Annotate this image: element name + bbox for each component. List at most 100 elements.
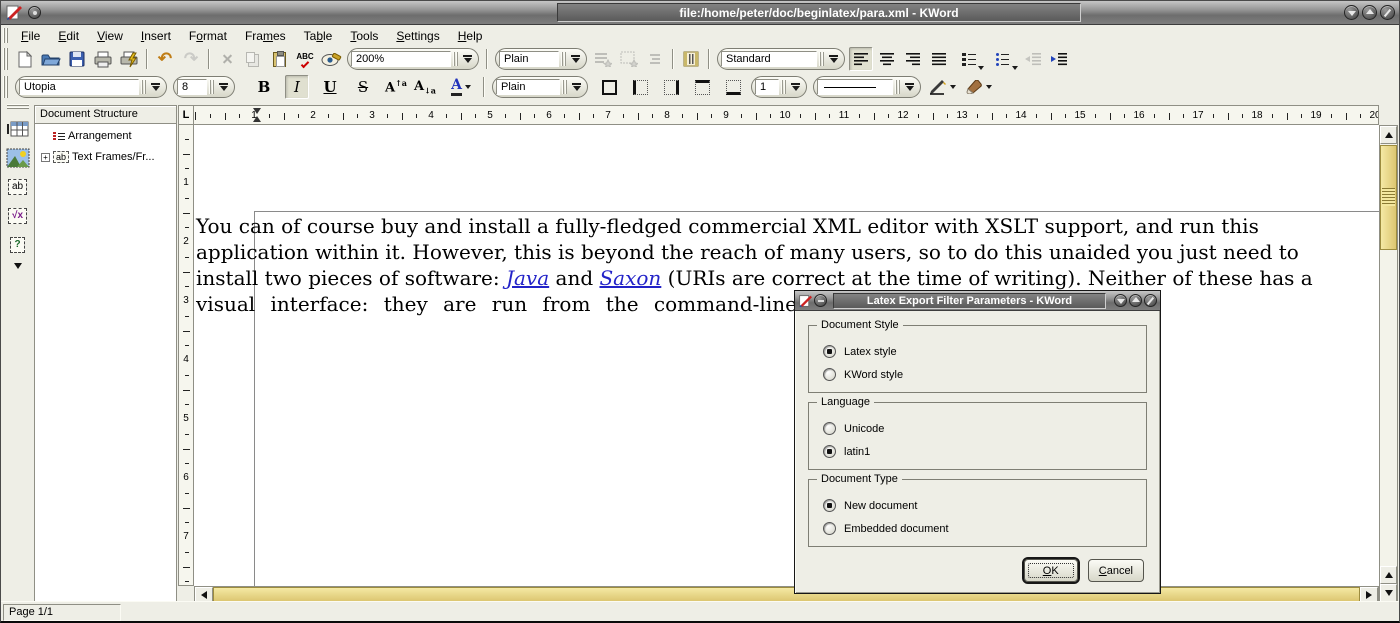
font-family-dropdown-arrow[interactable]: [151, 83, 160, 91]
menu-table[interactable]: Table: [295, 28, 342, 44]
tree-item-arrangement[interactable]: Arrangement: [41, 130, 174, 142]
toolbar-grip[interactable]: [7, 104, 29, 109]
scroll-left-button[interactable]: [195, 587, 213, 602]
italic-button[interactable]: I: [285, 75, 309, 99]
insert-picture-button[interactable]: [4, 144, 32, 172]
option-new-document[interactable]: New document: [823, 494, 1146, 517]
undo-button[interactable]: ↶: [153, 47, 177, 71]
vertical-scrollbar[interactable]: [1379, 125, 1398, 603]
scroll-down-button[interactable]: [1380, 584, 1397, 602]
frame-style-dropdown-arrow[interactable]: [572, 83, 581, 91]
superscript-button[interactable]: A↑a: [384, 75, 408, 99]
document-structure-header[interactable]: Document Structure: [35, 106, 176, 124]
frame-background-button[interactable]: [961, 75, 995, 99]
menu-format[interactable]: Format: [180, 28, 236, 44]
print-preview-button[interactable]: [117, 47, 141, 71]
horizontal-scrollbar-thumb[interactable]: [213, 587, 1360, 602]
columns-button[interactable]: [679, 47, 703, 71]
vertical-ruler[interactable]: 12345678: [178, 125, 194, 586]
align-justify-button[interactable]: [927, 47, 951, 71]
toolbar-extension-arrow[interactable]: [14, 263, 22, 269]
tree-expander[interactable]: +: [41, 153, 50, 162]
maximize-button[interactable]: [1362, 5, 1377, 20]
style-list-combobox[interactable]: Standard: [717, 48, 845, 70]
paste-button[interactable]: [267, 47, 291, 71]
border-top-button[interactable]: [690, 75, 714, 99]
option-kword-style[interactable]: KWord style: [823, 363, 1146, 386]
option-latin1[interactable]: latin1: [823, 440, 1146, 463]
paragraph-style-combobox[interactable]: Plain: [495, 48, 587, 70]
strikethrough-button[interactable]: S: [351, 75, 375, 99]
bullet-list-button[interactable]: [987, 47, 1019, 71]
scroll-up-button-bottom[interactable]: [1380, 566, 1397, 584]
menu-file[interactable]: File: [12, 28, 49, 44]
insert-table-button[interactable]: [4, 115, 32, 143]
zoom-combobox[interactable]: 200%: [347, 48, 479, 70]
border-bottom-button[interactable]: [721, 75, 745, 99]
close-button[interactable]: [1380, 5, 1395, 20]
border-style-dropdown-arrow[interactable]: [905, 83, 914, 91]
font-size-combobox[interactable]: 8: [173, 76, 235, 98]
autoformat-button[interactable]: [319, 47, 343, 71]
border-color-button[interactable]: [925, 75, 959, 99]
frame-style-combobox[interactable]: Plain: [492, 76, 588, 98]
insert-object-button[interactable]: ?: [4, 231, 32, 259]
cancel-button[interactable]: Cancel: [1088, 559, 1144, 582]
menu-edit[interactable]: Edit: [49, 28, 88, 44]
open-button[interactable]: [39, 47, 63, 71]
paragraph-style-dropdown-arrow[interactable]: [571, 55, 580, 63]
style-list-dropdown-arrow[interactable]: [829, 55, 838, 63]
numbered-list-button[interactable]: [953, 47, 985, 71]
dialog-maximize-button[interactable]: [1129, 294, 1142, 307]
radio-unicode[interactable]: [823, 422, 836, 435]
scroll-up-button[interactable]: [1380, 126, 1397, 144]
title-bar[interactable]: file:/home/peter/doc/beginlatex/para.xml…: [1, 1, 1399, 25]
dialog-close-button[interactable]: [1144, 294, 1157, 307]
bold-button[interactable]: B: [252, 75, 276, 99]
border-left-button[interactable]: [628, 75, 652, 99]
toolbar-grip[interactable]: [3, 76, 8, 98]
border-color-dropdown-arrow[interactable]: [950, 85, 956, 89]
option-unicode[interactable]: Unicode: [823, 417, 1146, 440]
align-left-button[interactable]: [849, 47, 873, 71]
dialog-minimize-button[interactable]: [1114, 294, 1127, 307]
underline-button[interactable]: U: [318, 75, 342, 99]
radio-embedded-document[interactable]: [823, 522, 836, 535]
menu-help[interactable]: Help: [449, 28, 492, 44]
font-size-dropdown-arrow[interactable]: [219, 83, 228, 91]
numbered-list-dropdown-arrow[interactable]: [978, 66, 984, 70]
dialog-title-bar[interactable]: Latex Export Filter Parameters - KWord: [795, 291, 1160, 311]
option-latex-style[interactable]: Latex style: [823, 340, 1146, 363]
zoom-dropdown-arrow[interactable]: [463, 55, 472, 63]
hyperlink-saxon[interactable]: Saxon: [599, 266, 661, 290]
menubar-grip[interactable]: [3, 28, 8, 43]
vertical-scrollbar-thumb[interactable]: [1380, 145, 1397, 250]
align-center-button[interactable]: [875, 47, 899, 71]
sticky-button[interactable]: [814, 294, 827, 307]
tree-item-text-frames-fr[interactable]: +abText Frames/Fr...: [41, 151, 174, 163]
border-right-button[interactable]: [659, 75, 683, 99]
new-document-button[interactable]: [13, 47, 37, 71]
align-right-button[interactable]: [901, 47, 925, 71]
horizontal-ruler[interactable]: 1234567891011121314151617181920: [194, 105, 1379, 125]
save-button[interactable]: [65, 47, 89, 71]
radio-latex-style[interactable]: [823, 345, 836, 358]
font-color-dropdown-arrow[interactable]: [465, 85, 471, 89]
toolbar-grip[interactable]: [3, 48, 8, 70]
menu-view[interactable]: View: [88, 28, 132, 44]
hyperlink-java[interactable]: Java: [506, 266, 549, 290]
border-all-button[interactable]: [597, 75, 621, 99]
radio-kword-style[interactable]: [823, 368, 836, 381]
minimize-button[interactable]: [1344, 5, 1359, 20]
menu-tools[interactable]: Tools: [341, 28, 387, 44]
border-width-dropdown-arrow[interactable]: [791, 83, 800, 91]
frame-background-dropdown-arrow[interactable]: [986, 85, 992, 89]
sticky-button[interactable]: [28, 6, 41, 19]
font-family-combobox[interactable]: Utopia: [15, 76, 167, 98]
scroll-right-button[interactable]: [1360, 587, 1378, 602]
font-color-button[interactable]: A: [444, 75, 478, 99]
print-button[interactable]: [91, 47, 115, 71]
menu-settings[interactable]: Settings: [387, 28, 448, 44]
menu-insert[interactable]: Insert: [132, 28, 180, 44]
radio-latin1[interactable]: [823, 445, 836, 458]
